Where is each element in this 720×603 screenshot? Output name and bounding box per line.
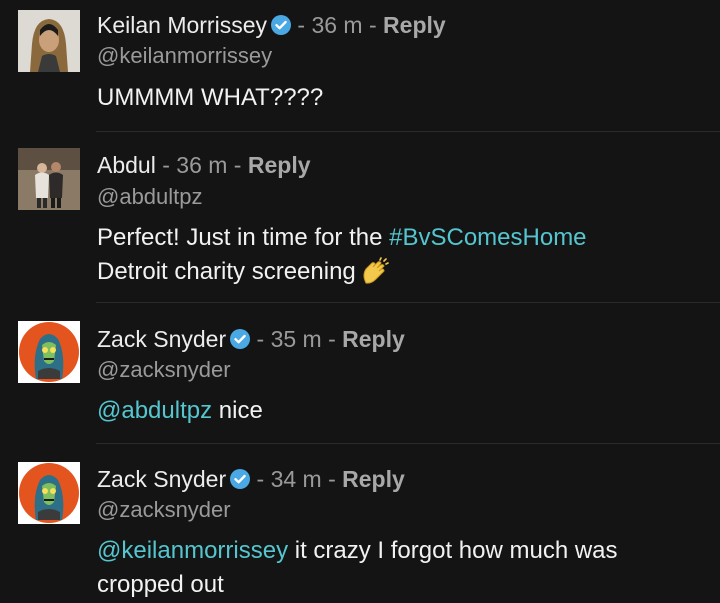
separator: - bbox=[362, 12, 384, 38]
comment-text: @keilanmorrissey it crazy I forgot how m… bbox=[97, 534, 702, 602]
comment-meta: Zack Snyder - 35 m - Reply bbox=[97, 325, 405, 353]
comment-item: Keilan Morrissey - 36 m - Reply @keilanm… bbox=[0, 0, 720, 131]
reply-button[interactable]: Reply bbox=[248, 152, 311, 178]
separator: - bbox=[321, 466, 343, 492]
timestamp: 34 m bbox=[270, 466, 322, 492]
author-name[interactable]: Zack Snyder bbox=[97, 326, 226, 352]
comment-text: @abdultpz nice bbox=[97, 394, 702, 428]
timestamp: 35 m bbox=[270, 326, 322, 352]
avatar[interactable] bbox=[18, 321, 80, 383]
separator: - bbox=[227, 152, 248, 178]
comment-text-part: nice bbox=[212, 397, 263, 424]
author-name[interactable]: Keilan Morrissey bbox=[97, 12, 267, 38]
clapping-hands-icon bbox=[363, 257, 389, 284]
author-handle[interactable]: @abdultpz bbox=[97, 184, 203, 210]
comment-item: Abdul - 36 m - Reply @abdultpz Perfect! … bbox=[0, 132, 720, 302]
comment-meta: Abdul - 36 m - Reply bbox=[97, 151, 311, 179]
reply-button[interactable]: Reply bbox=[383, 12, 446, 38]
comment-text-part: Detroit charity screening bbox=[97, 258, 356, 285]
verified-badge-icon bbox=[230, 329, 251, 349]
separator: - bbox=[250, 326, 271, 352]
author-handle[interactable]: @zacksnyder bbox=[97, 357, 231, 383]
separator: - bbox=[250, 466, 271, 492]
timestamp: 36 m bbox=[311, 12, 363, 38]
separator: - bbox=[155, 152, 177, 178]
hashtag-link[interactable]: #BvSComesHome bbox=[389, 224, 586, 251]
comment-item: Zack Snyder - 35 m - Reply @zacksnyder @… bbox=[0, 303, 720, 443]
avatar[interactable] bbox=[18, 462, 80, 524]
author-handle[interactable]: @zacksnyder bbox=[97, 497, 231, 523]
verified-badge-icon bbox=[271, 15, 291, 35]
comment-item: Zack Snyder - 34 m - Reply @zacksnyder @… bbox=[0, 444, 720, 603]
comment-meta: Keilan Morrissey - 36 m - Reply bbox=[97, 11, 446, 39]
comment-text: Perfect! Just in time for the #BvSComesH… bbox=[97, 221, 702, 289]
timestamp: 36 m bbox=[176, 152, 228, 178]
comment-meta: Zack Snyder - 34 m - Reply bbox=[97, 465, 405, 493]
mention-link[interactable]: @abdultpz bbox=[97, 397, 212, 424]
verified-badge-icon bbox=[230, 469, 251, 489]
avatar[interactable] bbox=[18, 148, 80, 210]
separator: - bbox=[291, 12, 312, 38]
mention-link[interactable]: @keilanmorrissey bbox=[97, 537, 288, 564]
comment-text-part: Perfect! Just in time for the bbox=[97, 224, 390, 251]
avatar[interactable] bbox=[18, 10, 80, 72]
reply-button[interactable]: Reply bbox=[342, 326, 405, 352]
author-handle[interactable]: @keilanmorrissey bbox=[97, 43, 272, 69]
comment-text: UMMMM WHAT???? bbox=[97, 84, 324, 111]
author-name[interactable]: Abdul bbox=[97, 152, 156, 178]
separator: - bbox=[321, 326, 343, 352]
author-name[interactable]: Zack Snyder bbox=[97, 466, 226, 492]
reply-button[interactable]: Reply bbox=[342, 466, 405, 492]
